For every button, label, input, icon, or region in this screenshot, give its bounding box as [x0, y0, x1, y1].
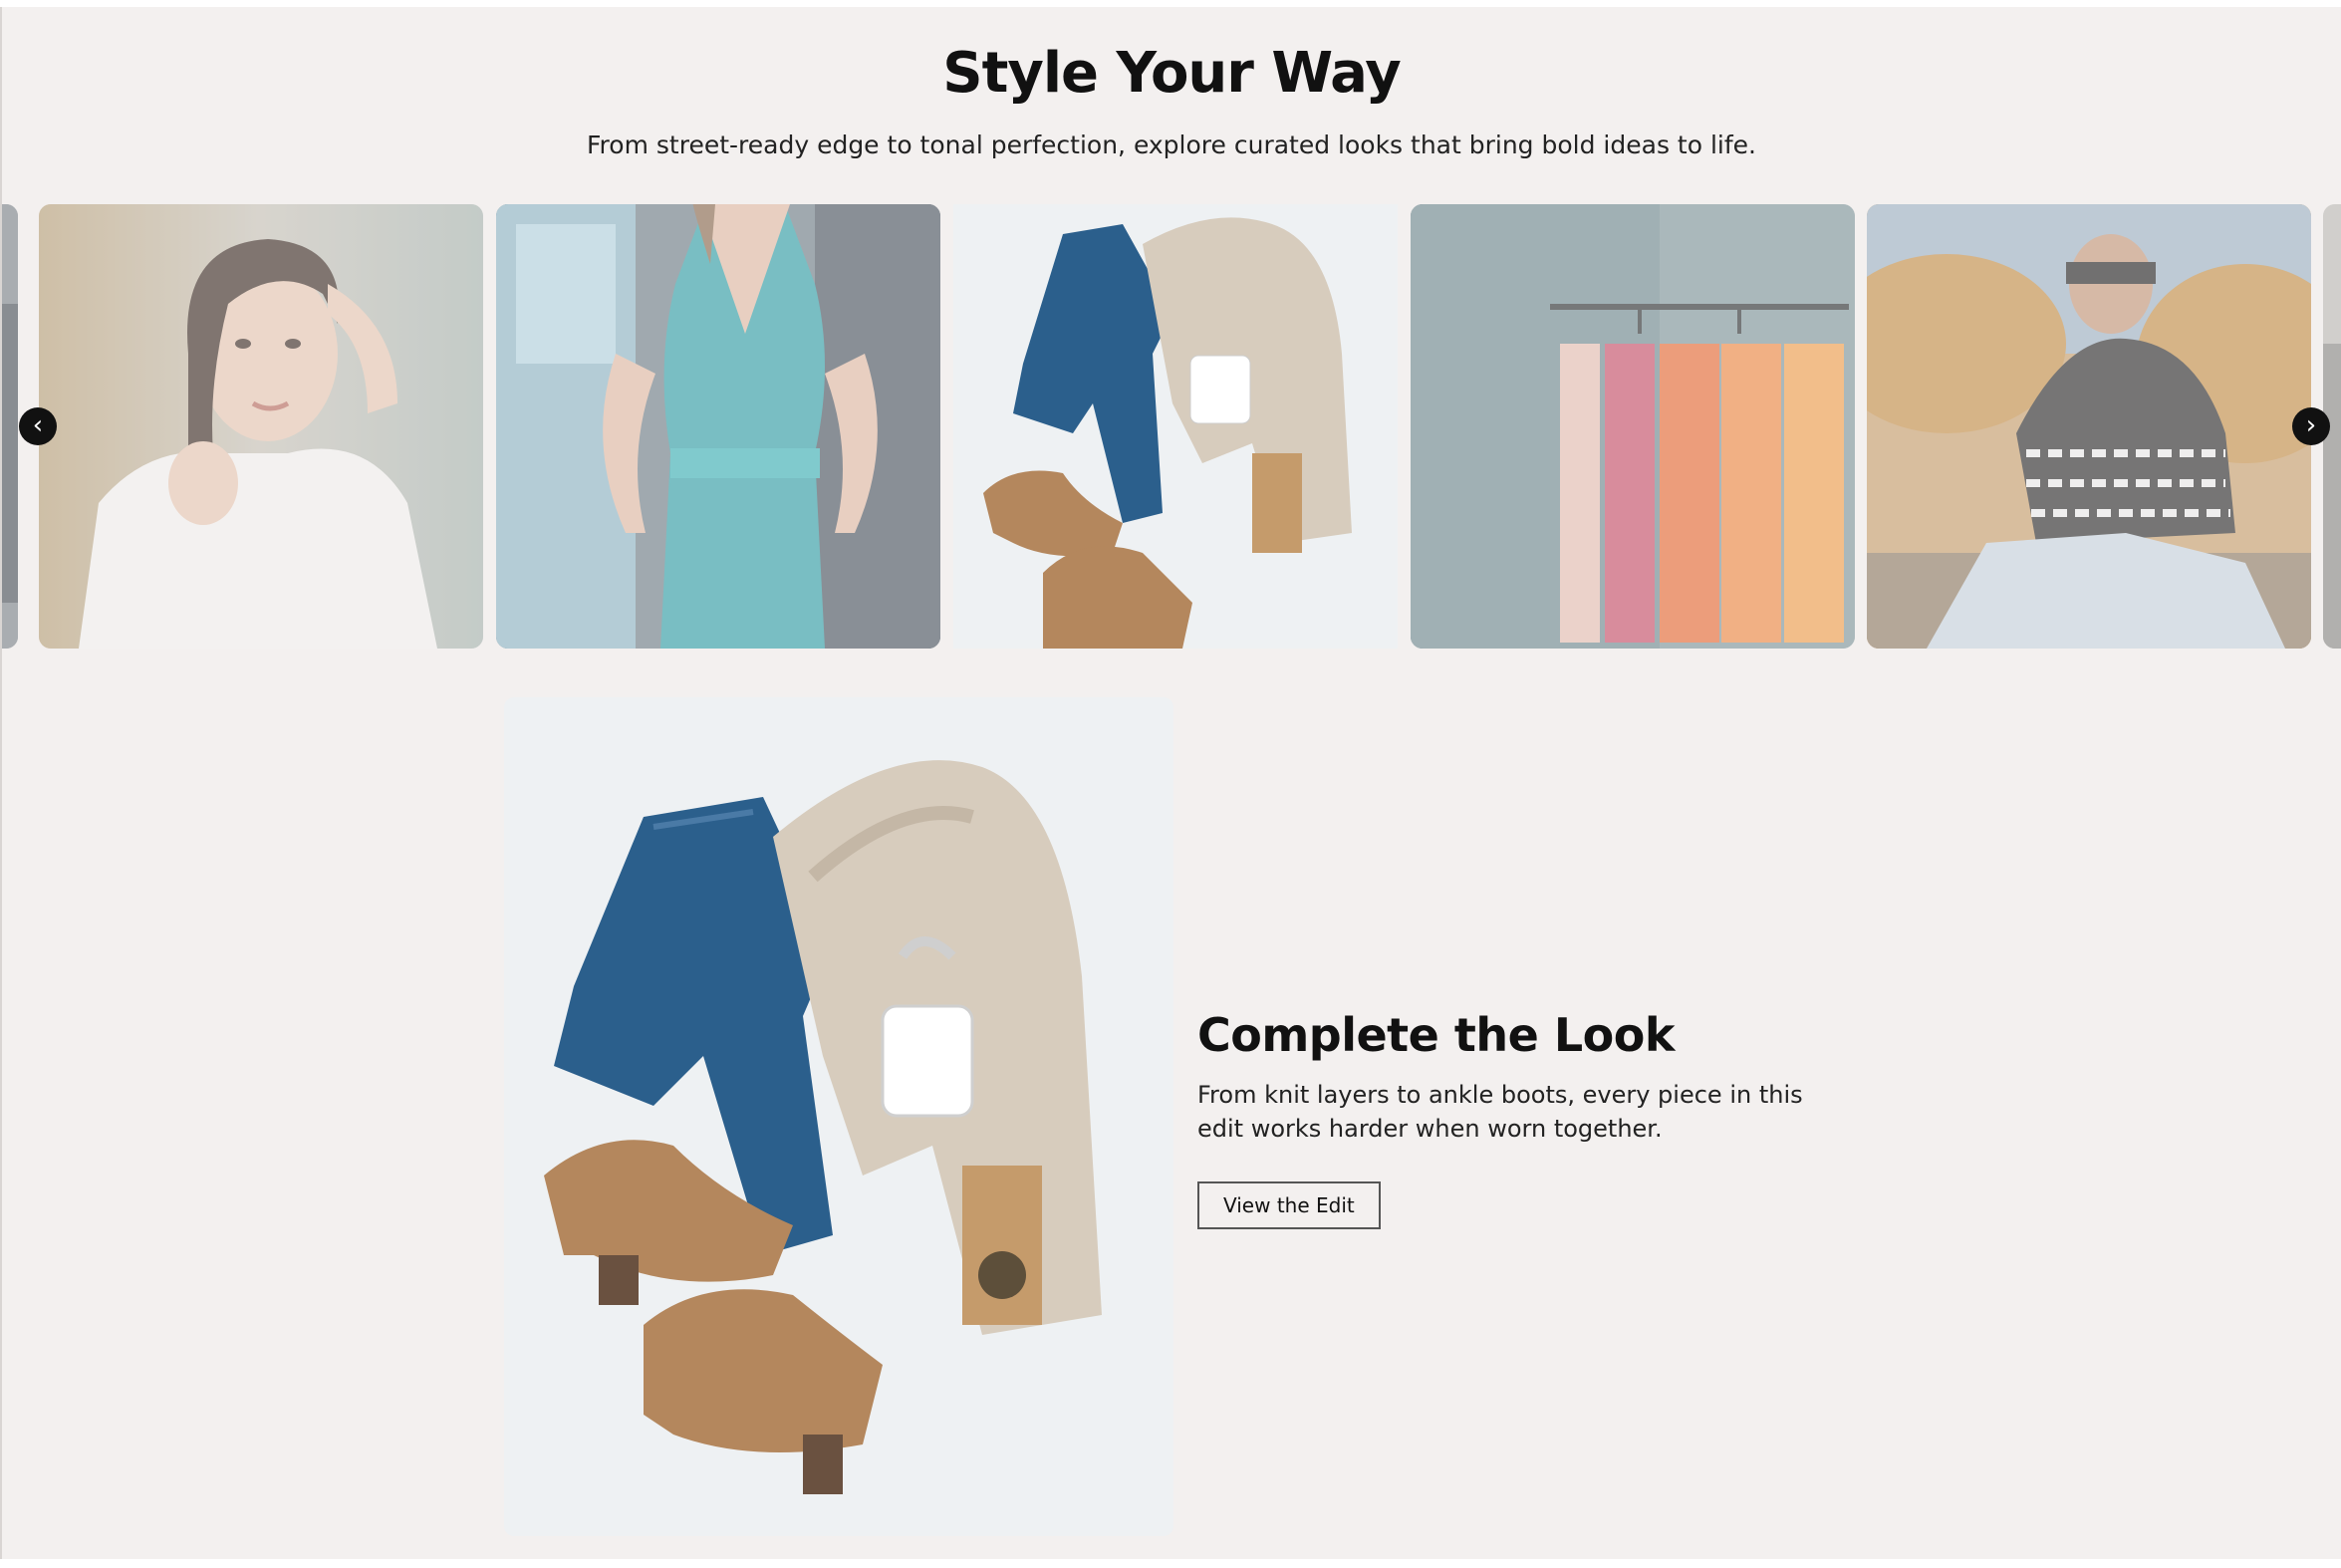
section-subtitle: From street-ready edge to tonal perfecti…	[587, 131, 1756, 159]
style-section: Style Your Way From street-ready edge to…	[0, 7, 2341, 1559]
carousel-slide-4[interactable]	[1411, 204, 1855, 649]
carousel-slide-3[interactable]	[953, 204, 1398, 649]
carousel-slide-1[interactable]	[39, 204, 483, 649]
section-title: Style Your Way	[942, 41, 1401, 106]
carousel-prev-button[interactable]: ‹	[19, 407, 57, 445]
look-carousel: ‹ ›	[2, 204, 2341, 649]
flatlay-photo	[953, 204, 1398, 649]
carousel-slide-partial-left[interactable]	[2, 204, 18, 649]
flatlay-feature-photo	[504, 697, 1173, 1536]
feature-image	[504, 697, 1173, 1536]
feature-title: Complete the Look	[1197, 1008, 1675, 1062]
carousel-slide-5[interactable]	[1867, 204, 2311, 649]
feature-text-block: Complete the Look From knit layers to an…	[1197, 1008, 1815, 1229]
feature-description: From knit layers to ankle boots, every p…	[1197, 1081, 1803, 1143]
view-edit-button[interactable]: View the Edit	[1197, 1181, 1381, 1229]
carousel-next-button[interactable]: ›	[2292, 407, 2330, 445]
chevron-right-icon: ›	[2305, 410, 2317, 440]
carousel-slide-2[interactable]	[496, 204, 940, 649]
chevron-left-icon: ‹	[32, 410, 44, 440]
